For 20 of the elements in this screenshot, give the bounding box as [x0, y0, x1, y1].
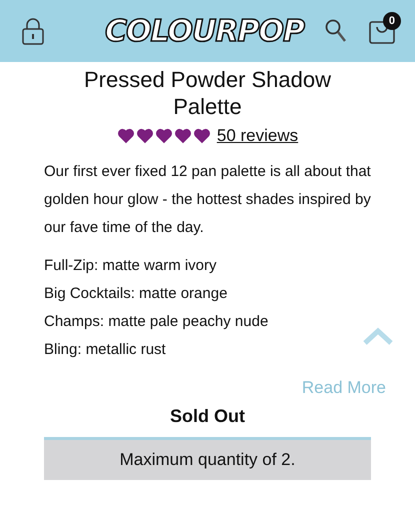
cart-count: 0	[382, 12, 401, 30]
quantity-notice: Maximum quantity of 2.	[44, 437, 371, 480]
reviews-link[interactable]: 50 reviews	[216, 126, 298, 146]
product-title: Pressed Powder Shadow Palette	[82, 66, 332, 120]
read-more-link[interactable]: Read More	[44, 378, 386, 398]
shade-item: Bling: metallic rust	[44, 340, 167, 360]
logo[interactable]: COLOURPOP	[104, 14, 304, 48]
heart-icon	[192, 128, 211, 144]
lock-icon[interactable]	[22, 17, 44, 45]
sold-out-label: Sold Out	[169, 406, 246, 427]
heart-icon	[154, 128, 173, 144]
description: Our first ever fixed 12 pan palette is all about that golden hour glow - the hottest shades inspired by our fave time of the day.	[44, 162, 371, 238]
heart-icon	[116, 128, 135, 144]
search-icon[interactable]	[324, 19, 347, 43]
shade-item: Champs: matte pale peachy nude	[44, 312, 270, 332]
heart-icon	[174, 128, 192, 144]
heart-icon	[136, 128, 154, 144]
shade-item: Big Cocktails: matte orange	[44, 284, 228, 304]
shade-item: Full-Zip: matte warm ivory	[44, 256, 218, 276]
bag-icon[interactable]	[368, 18, 395, 44]
